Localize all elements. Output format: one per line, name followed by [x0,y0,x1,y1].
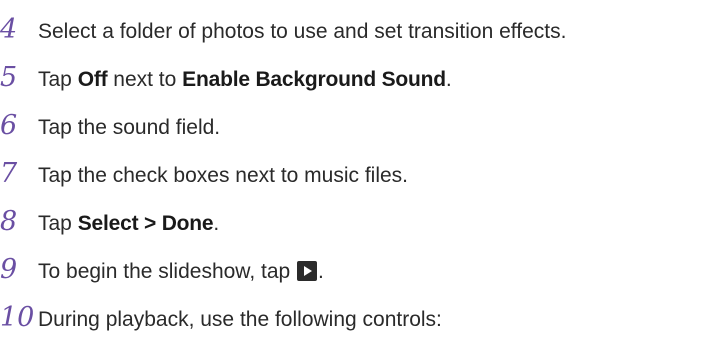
step-8: 8 Tap Select > Done. [0,202,219,242]
step-text-middle: next to [107,68,183,91]
step-text: Tap the check boxes next to music files. [38,164,409,187]
play-icon [297,261,318,281]
enable-background-sound-label: Enable Background Sound [182,68,446,91]
step-9: 9 To begin the slideshow, tap . [0,250,324,290]
select-done-label: Select > Done [77,212,214,235]
step-text: Tap the sound field. [38,116,221,139]
step-text-suffix: . [213,212,220,235]
step-10: 10 During playback, use the following co… [0,298,442,338]
step-number: 5 [0,62,18,93]
step-number: 7 [0,158,18,189]
step-4: 4 Select a folder of photos to use and s… [0,10,566,50]
step-number: 10 [0,302,35,333]
step-text-prefix: Tap [38,68,78,91]
step-5: 5 Tap Off next to Enable Background Soun… [0,58,452,98]
step-text: During playback, use the following contr… [38,308,442,331]
step-number: 6 [0,110,18,141]
step-text-suffix: . [318,260,324,283]
step-text-prefix: Tap [38,212,78,235]
step-7: 7 Tap the check boxes next to music file… [0,154,408,194]
step-text: Select a folder of photos to use and set… [38,20,567,43]
off-option-label: Off [77,68,108,91]
step-6: 6 Tap the sound field. [0,106,220,146]
step-text: To begin the slideshow, tap . [38,252,324,292]
step-number: 8 [0,206,18,237]
step-text: Tap Select > Done. [38,204,219,244]
step-text: Tap Off next to Enable Background Sound. [38,60,452,100]
step-number: 4 [0,14,18,45]
step-text-prefix: To begin the slideshow, tap [38,260,297,283]
step-text-suffix: . [445,68,452,91]
step-number: 9 [0,254,18,285]
